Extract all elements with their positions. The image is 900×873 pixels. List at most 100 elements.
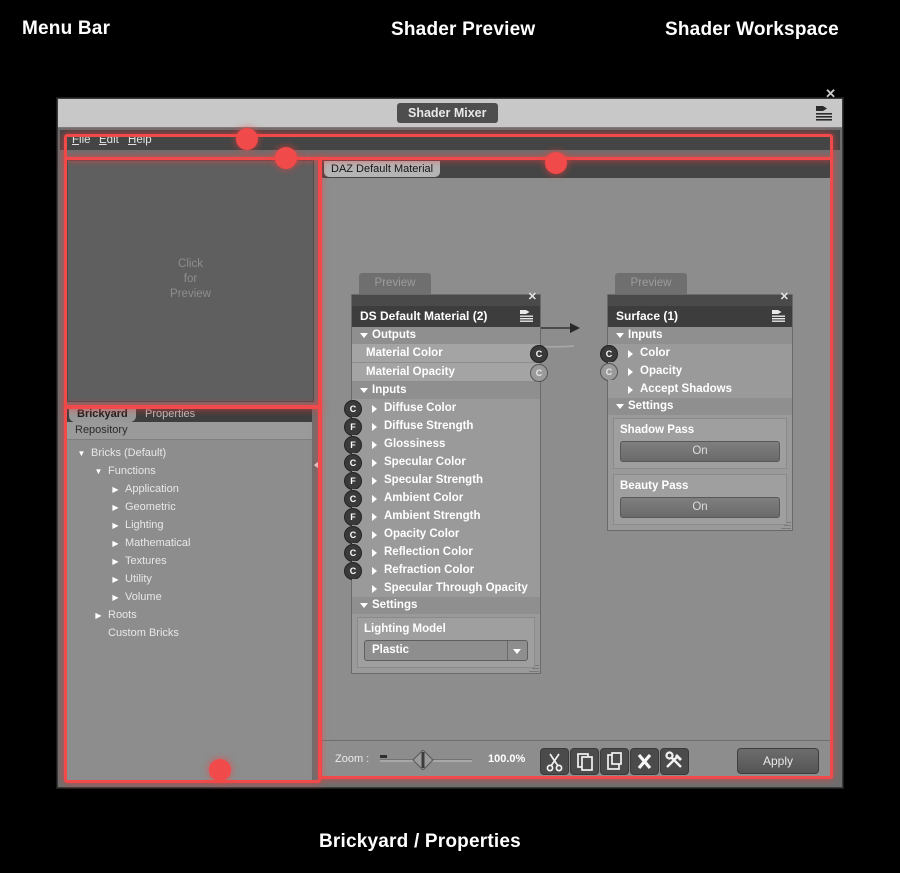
port-label: Ambient Strength: [384, 510, 481, 522]
section-inputs[interactable]: Inputs: [352, 382, 540, 399]
port-row[interactable]: Opacity C: [600, 362, 792, 381]
menu-edit[interactable]: Edit: [99, 133, 119, 147]
port-label: Reflection Color: [384, 546, 473, 558]
tree-item[interactable]: Custom Bricks: [67, 624, 312, 642]
port-connector-icon[interactable]: F: [344, 472, 362, 490]
tree-item[interactable]: ▼ Functions: [67, 462, 312, 480]
beauty-pass-toggle[interactable]: On: [620, 497, 780, 518]
preview-line-1: Click: [178, 258, 203, 270]
lighting-model-select[interactable]: Plastic: [364, 640, 528, 661]
port-row[interactable]: Material Opacity C: [352, 363, 548, 382]
node-canvas[interactable]: Preview ✕ DS Default Material (2) Output…: [322, 178, 833, 741]
port-connector-icon[interactable]: C: [530, 345, 548, 363]
shader-preview-pane[interactable]: Click for Preview: [67, 160, 314, 402]
chevron-down-icon[interactable]: ▼: [77, 445, 86, 463]
callout-dot-preview: [275, 147, 297, 169]
section-settings[interactable]: Settings: [608, 398, 792, 415]
port-row[interactable]: Glossiness F: [344, 435, 540, 454]
port-row[interactable]: Specular Strength F: [344, 471, 540, 490]
tree-item[interactable]: ▶ Utility: [67, 570, 312, 588]
copy-icon[interactable]: [570, 748, 599, 775]
node-preview-tab[interactable]: Preview: [359, 273, 431, 294]
menu-bar: File Edit Help: [60, 130, 840, 150]
port-row[interactable]: Color C: [600, 344, 792, 363]
tree-item[interactable]: ▼ Bricks (Default): [67, 444, 312, 462]
tree-item[interactable]: ▶ Roots: [67, 606, 312, 624]
port-label: Ambient Color: [384, 492, 464, 504]
chevron-right-icon[interactable]: ▶: [111, 517, 120, 535]
tree-item-label: Utility: [125, 573, 152, 585]
paste-icon[interactable]: [600, 748, 629, 775]
tree-item[interactable]: ▶ Geometric: [67, 498, 312, 516]
port-connector-icon[interactable]: F: [344, 436, 362, 454]
chevron-right-icon[interactable]: ▶: [94, 607, 103, 625]
tab-properties[interactable]: Properties: [137, 406, 203, 422]
port-connector-icon[interactable]: C: [600, 345, 618, 363]
resize-grip[interactable]: [529, 662, 539, 672]
port-connector-icon[interactable]: C: [600, 363, 618, 381]
chevron-right-icon[interactable]: ▶: [111, 589, 120, 607]
port-connector-icon[interactable]: C: [344, 490, 362, 508]
chevron-down-icon[interactable]: [507, 641, 527, 660]
close-icon[interactable]: ✕: [528, 292, 537, 303]
tree-item[interactable]: ▶ Lighting: [67, 516, 312, 534]
port-label: Material Color: [366, 347, 443, 359]
shadow-pass-toggle[interactable]: On: [620, 441, 780, 462]
port-connector-icon[interactable]: C: [344, 454, 362, 472]
tree-item[interactable]: ▶ Volume: [67, 588, 312, 606]
port-row[interactable]: Refraction Color C: [344, 561, 540, 580]
port-row[interactable]: Opacity Color C: [344, 525, 540, 544]
menu-help[interactable]: Help: [128, 133, 152, 147]
section-inputs[interactable]: Inputs: [608, 327, 792, 344]
delete-icon[interactable]: [630, 748, 659, 775]
chevron-right-icon[interactable]: ▶: [111, 481, 120, 499]
tree-item[interactable]: ▶ Textures: [67, 552, 312, 570]
port-connector-icon[interactable]: F: [344, 418, 362, 436]
port-row[interactable]: Reflection Color C: [344, 543, 540, 562]
port-row[interactable]: Accept Shadows: [608, 380, 792, 398]
menu-file[interactable]: File: [72, 133, 91, 147]
tools-icon[interactable]: [660, 748, 689, 775]
cut-icon[interactable]: [540, 748, 569, 775]
zoom-minus-icon[interactable]: [380, 755, 387, 758]
port-row[interactable]: Specular Through Opacity: [352, 579, 540, 597]
node-top-bar: ✕: [608, 292, 792, 306]
port-row[interactable]: Material Color C: [352, 344, 548, 363]
port-row[interactable]: Ambient Strength F: [344, 507, 540, 526]
port-row[interactable]: Specular Color C: [344, 453, 540, 472]
zoom-slider-knob[interactable]: [412, 749, 434, 771]
port-connector-icon[interactable]: C: [530, 364, 548, 382]
port-row[interactable]: Diffuse Strength F: [344, 417, 540, 436]
port-connector-icon[interactable]: F: [344, 508, 362, 526]
close-icon[interactable]: ✕: [780, 292, 789, 303]
port-connector-icon[interactable]: C: [344, 400, 362, 418]
close-icon[interactable]: ✕: [825, 87, 836, 100]
window-title-tab[interactable]: Shader Mixer: [397, 103, 498, 123]
node-surface[interactable]: Preview ✕ Surface (1) Inputs Color C Opa…: [600, 273, 793, 531]
port-connector-icon[interactable]: C: [344, 526, 362, 544]
port-connector-icon[interactable]: C: [344, 562, 362, 580]
chevron-right-icon[interactable]: ▶: [111, 553, 120, 571]
chevron-right-icon[interactable]: ▶: [111, 535, 120, 553]
brick-tree[interactable]: ▼ Bricks (Default) ▼ Functions ▶ Application ▶…: [67, 440, 312, 781]
panel-collapse-handle[interactable]: [313, 458, 320, 472]
apply-button[interactable]: Apply: [737, 748, 819, 774]
node-preview-tab[interactable]: Preview: [615, 273, 687, 294]
tree-item[interactable]: ▶ Mathematical: [67, 534, 312, 552]
node-ds-default-material[interactable]: Preview ✕ DS Default Material (2) Output…: [344, 273, 548, 674]
section-outputs[interactable]: Outputs: [352, 327, 540, 344]
port-row[interactable]: Ambient Color C: [344, 489, 540, 508]
chevron-right-icon[interactable]: ▶: [111, 499, 120, 517]
list-menu-icon[interactable]: [815, 104, 834, 122]
chevron-down-icon[interactable]: ▼: [94, 463, 103, 481]
port-connector-icon[interactable]: C: [344, 544, 362, 562]
chevron-right-icon[interactable]: ▶: [111, 571, 120, 589]
tab-brickyard[interactable]: Brickyard: [69, 406, 136, 422]
port-row[interactable]: Diffuse Color C: [344, 399, 540, 418]
annotation-shader-preview: Shader Preview: [391, 19, 536, 40]
port-label: Glossiness: [384, 438, 446, 450]
tree-item[interactable]: ▶ Application: [67, 480, 312, 498]
section-settings[interactable]: Settings: [352, 597, 540, 614]
resize-grip[interactable]: [781, 519, 791, 529]
tab-daz-default-material[interactable]: DAZ Default Material: [324, 161, 441, 177]
